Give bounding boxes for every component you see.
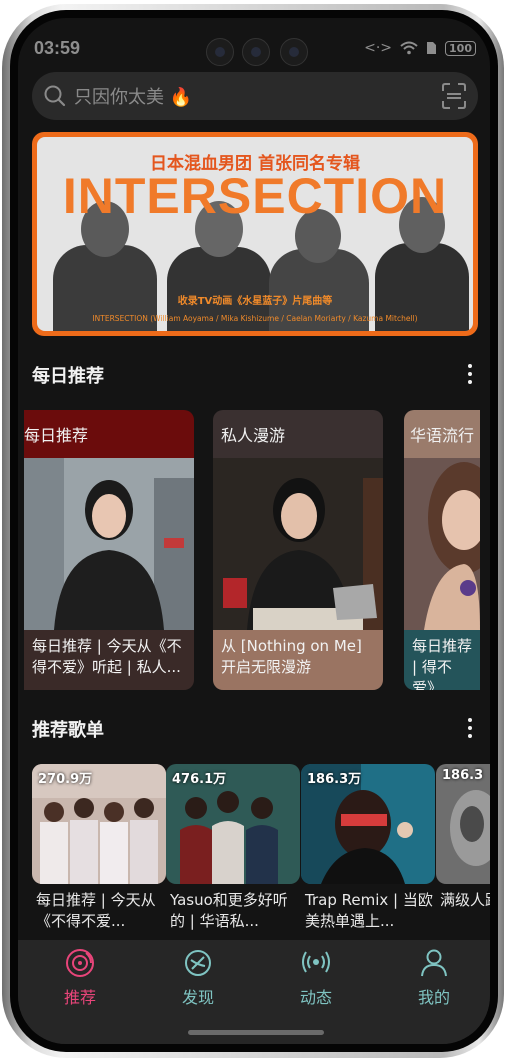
section-title-daily: 每日推荐	[32, 366, 104, 387]
banner-title: INTERSECTION	[62, 168, 448, 224]
card-title: 私人漫游	[213, 410, 383, 458]
recommend-card[interactable]: 每日推荐 每日推荐 | 今天从《不得不爱》听起 | 私人...	[24, 410, 194, 690]
card-title: 华语流行	[404, 410, 480, 458]
playlist-cover: 270.9万	[32, 764, 166, 884]
play-count: 476.1万	[172, 772, 227, 787]
play-count: 186.3	[442, 768, 484, 783]
more-options-icon[interactable]	[468, 718, 472, 738]
disc-icon	[66, 949, 94, 977]
user-icon	[421, 949, 447, 977]
scan-icon[interactable]	[442, 83, 466, 109]
play-count: 270.9万	[38, 772, 93, 787]
banner-image: 日本混血男团 首张同名专辑 INTERSECTION 收录TV动画《水星蓝子》片…	[37, 137, 473, 331]
status-time: 03:59	[34, 38, 81, 58]
search-icon	[44, 85, 66, 107]
playlist-card[interactable]: 186.3万 Trap Remix | 当欧美热单遇上...	[301, 764, 435, 932]
card-description: 每日推荐 | 得不爱》	[404, 630, 480, 690]
card-image	[24, 458, 194, 630]
card-description: 每日推荐 | 今天从《不得不爱》听起 | 私人...	[24, 630, 194, 690]
playlist-card[interactable]: 476.1万 Yasuo和更多好听的 | 华语私...	[166, 764, 300, 932]
camera-lens-icon	[242, 38, 270, 66]
recommend-card[interactable]: 华语流行 每日推荐 | 得不爱》	[404, 410, 480, 690]
card-image	[404, 458, 480, 630]
planet-icon	[185, 950, 211, 976]
camera-lens-icon	[280, 38, 308, 66]
bottom-tab-bar: 推荐 发现 动态 我的	[18, 940, 490, 1044]
banner-note: 收录TV动画《水星蓝子》片尾曲等	[177, 296, 333, 307]
tab-recommend[interactable]: 推荐	[40, 948, 120, 1008]
more-options-icon[interactable]	[468, 364, 472, 384]
recommend-card[interactable]: 私人漫游 从 [Nothing on Me] 开启无限漫游	[213, 410, 383, 690]
tab-label: 我的	[417, 988, 450, 1007]
card-description: 从 [Nothing on Me] 开启无限漫游	[213, 630, 383, 690]
playlist-card[interactable]: 270.9万 每日推荐 | 今天从《不得不爱...	[32, 764, 166, 932]
sim-icon	[427, 42, 437, 54]
tab-discover[interactable]: 发现	[158, 948, 238, 1008]
link-icon: <·>	[364, 40, 393, 56]
playlist-cover: 476.1万	[166, 764, 300, 884]
phone-device: 03:59 <·> 100 只因你太美 🔥 日本混血男团 首张同名专辑 INTE…	[0, 0, 508, 1062]
wifi-icon	[400, 41, 418, 55]
playlist-cover: 186.3万	[301, 764, 435, 884]
banner-credit: INTERSECTION (William Aoyama / Mika Kish…	[92, 314, 418, 323]
tab-mine[interactable]: 我的	[394, 948, 474, 1008]
tab-moments[interactable]: 动态	[276, 948, 356, 1008]
home-indicator[interactable]	[188, 1030, 324, 1035]
playlist-title: 满级人路必省	[440, 891, 490, 909]
search-bar[interactable]: 只因你太美 🔥	[32, 72, 478, 120]
playlist-card[interactable]: 186.3 满级人路必省	[436, 764, 490, 932]
playlist-title: 每日推荐 | 今天从《不得不爱...	[36, 891, 156, 930]
playlist-title: Trap Remix | 当欧美热单遇上...	[305, 891, 433, 930]
status-bar: 03:59 <·> 100	[18, 18, 490, 68]
battery-indicator: 100	[445, 40, 476, 56]
card-title: 每日推荐	[24, 410, 194, 458]
playlist-title: Yasuo和更多好听的 | 华语私...	[170, 891, 288, 930]
section-title-playlists: 推荐歌单	[32, 720, 104, 741]
broadcast-icon	[302, 951, 330, 973]
camera-lens-icon	[206, 38, 234, 66]
tab-label: 动态	[299, 988, 332, 1007]
promo-banner[interactable]: 日本混血男团 首张同名专辑 INTERSECTION 收录TV动画《水星蓝子》片…	[32, 132, 478, 336]
tab-label: 发现	[181, 988, 214, 1007]
card-image	[213, 458, 383, 630]
search-placeholder[interactable]: 只因你太美 🔥	[74, 83, 192, 109]
tab-label: 推荐	[63, 988, 96, 1007]
status-icons: <·> 100	[364, 40, 476, 56]
play-count: 186.3万	[307, 772, 362, 787]
playlist-cover: 186.3	[436, 764, 490, 884]
screen: 03:59 <·> 100 只因你太美 🔥 日本混血男团 首张同名专辑 INTE…	[18, 18, 490, 1044]
